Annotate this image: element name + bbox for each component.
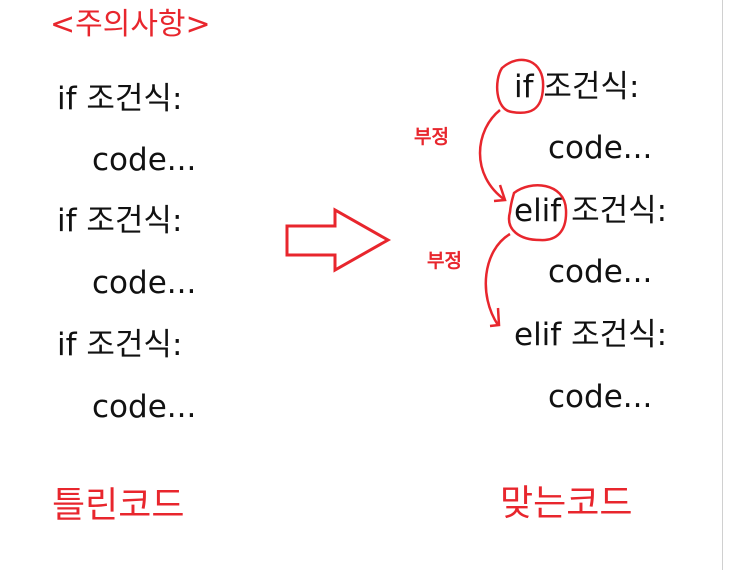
if-circle <box>495 58 545 114</box>
diagram: <주의사항> if 조건식: code... if 조건식: code... i… <box>0 0 730 570</box>
elif-circle-1 <box>507 184 568 242</box>
annotations-layer <box>285 58 568 328</box>
right-edge-divider <box>722 0 723 570</box>
block-arrow-right-icon <box>285 207 392 273</box>
